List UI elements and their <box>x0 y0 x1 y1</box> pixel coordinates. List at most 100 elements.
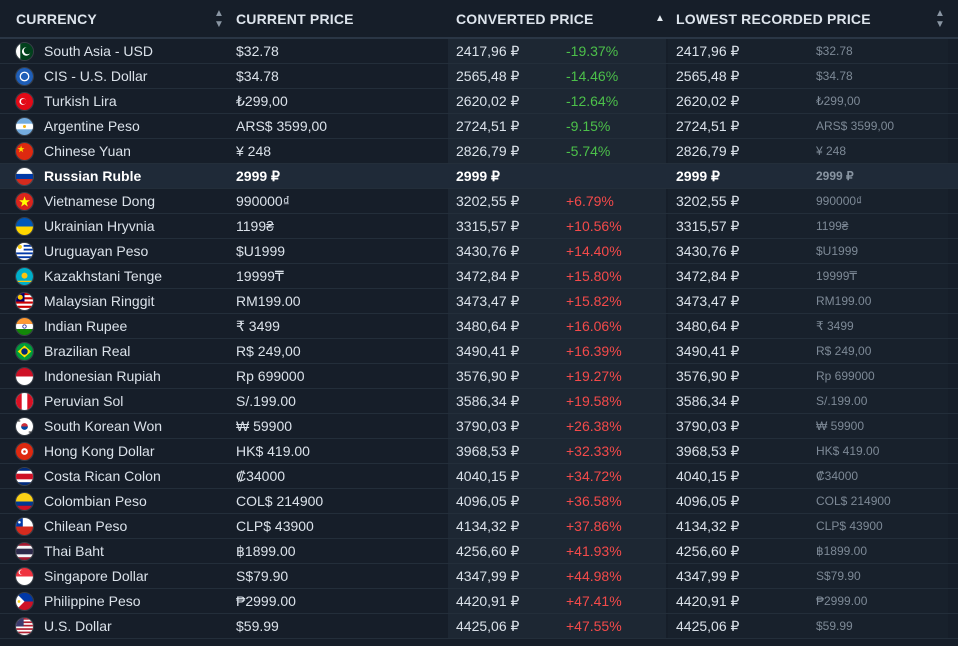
currency-name: Peruvian Sol <box>44 393 124 409</box>
lowest-recorded-original-price: COL$ 214900 <box>816 494 891 508</box>
converted-price: 3576,90 ₽ <box>456 367 520 384</box>
price-difference: +6.79% <box>566 193 614 209</box>
table-row[interactable]: South Asia - USD $32.78 2417,96 ₽ -19.37% 24… <box>0 39 958 64</box>
lowest-recorded-original-price: 2999 ₽ <box>816 169 854 183</box>
lowest-recorded-price: 4096,05 ₽ <box>676 492 740 509</box>
current-price: 990000₫ <box>236 193 290 209</box>
table-row[interactable]: Indonesian Rupiah Rp 699000 3576,90 ₽ +19.2… <box>0 364 958 389</box>
price-difference: +34.72% <box>566 468 622 484</box>
lowest-recorded-price: 4040,15 ₽ <box>676 467 740 484</box>
column-header-lowest-recorded-price[interactable]: LOWEST RECORDED PRICE <box>676 0 871 37</box>
price-difference: +19.27% <box>566 368 622 384</box>
currency-name: Kazakhstani Tenge <box>44 268 163 284</box>
current-price: S$79.90 <box>236 568 289 584</box>
column-header-current-price[interactable]: CURRENT PRICE <box>236 0 354 37</box>
price-difference: -14.46% <box>566 68 619 84</box>
converted-price: 4256,60 ₽ <box>456 542 520 559</box>
table-row[interactable]: Turkish Lira ₺299,00 2620,02 ₽ -12.64% 2620,… <box>0 89 958 114</box>
table-row[interactable]: Colombian Peso COL$ 214900 4096,05 ₽ +36.58… <box>0 489 958 514</box>
price-difference: +10.56% <box>566 218 622 234</box>
lowest-recorded-original-price: $34.78 <box>816 69 853 83</box>
converted-price: 2826,79 ₽ <box>456 142 520 159</box>
price-difference: +36.58% <box>566 493 622 509</box>
lowest-recorded-original-price: ARS$ 3599,00 <box>816 119 895 133</box>
table-row[interactable]: Singapore Dollar S$79.90 4347,99 ₽ +44.98% 4… <box>0 564 958 589</box>
current-price: ARS$ 3599,00 <box>236 118 328 134</box>
chile-flag-icon <box>15 517 34 536</box>
current-price: COL$ 214900 <box>236 493 324 509</box>
lowest-recorded-original-price: $59.99 <box>816 619 853 633</box>
lowest-recorded-price: 4420,91 ₽ <box>676 592 740 609</box>
current-price: ₩ 59900 <box>236 418 293 434</box>
lowest-recorded-price: 3202,55 ₽ <box>676 192 740 209</box>
table-row[interactable]: Brazilian Real R$ 249,00 3490,41 ₽ +16.39% 3… <box>0 339 958 364</box>
table-row[interactable]: Costa Rican Colon ₡34000 4040,15 ₽ +34.72% 4… <box>0 464 958 489</box>
kazakhstan-flag-icon <box>15 267 34 286</box>
table-row[interactable]: CIS - U.S. Dollar $34.78 2565,48 ₽ -14.46% 2… <box>0 64 958 89</box>
table-row[interactable]: South Korean Won ₩ 59900 3790,03 ₽ +26.38% 3… <box>0 414 958 439</box>
table-row[interactable]: Uruguayan Peso $U1999 3430,76 ₽ +14.40% 3430… <box>0 239 958 264</box>
price-difference: +37.86% <box>566 518 622 534</box>
table-row[interactable]: Ukrainian Hryvnia 1199₴ 3315,57 ₽ +10.56% 33… <box>0 214 958 239</box>
current-price: 1199₴ <box>236 218 274 234</box>
table-row[interactable]: Chinese Yuan ¥ 248 2826,79 ₽ -5.74% 2826,79 … <box>0 139 958 164</box>
table-row[interactable]: Indian Rupee ₹ 3499 3480,64 ₽ +16.06% 3480,6… <box>0 314 958 339</box>
currency-name: Russian Ruble <box>44 168 142 184</box>
china-flag-icon <box>15 142 34 161</box>
current-price: $59.99 <box>236 618 279 634</box>
table-row[interactable]: Argentine Peso ARS$ 3599,00 2724,51 ₽ -9.15… <box>0 114 958 139</box>
price-difference: +41.93% <box>566 543 622 559</box>
converted-price: 3473,47 ₽ <box>456 292 520 309</box>
table-row[interactable]: Peruvian Sol S/.199.00 3586,34 ₽ +19.58% 358… <box>0 389 958 414</box>
converted-price: 4425,06 ₽ <box>456 617 520 634</box>
table-row[interactable]: Hong Kong Dollar HK$ 419.00 3968,53 ₽ +32.3… <box>0 439 958 464</box>
hong-kong-flag-icon <box>15 442 34 461</box>
converted-price: 3315,57 ₽ <box>456 217 520 234</box>
current-price: 19999₸ <box>236 267 284 284</box>
table-row[interactable]: Kazakhstani Tenge 19999₸ 3472,84 ₽ +15.80% 3… <box>0 264 958 289</box>
sort-ascending-icon[interactable]: ▲ <box>655 0 665 37</box>
column-header-currency[interactable]: CURRENCY <box>16 0 97 37</box>
current-price: ₺299,00 <box>236 92 288 109</box>
lowest-recorded-price: 2999 ₽ <box>676 167 720 184</box>
table-row[interactable]: Thai Baht ฿1899.00 4256,60 ₽ +41.93% 4256,60… <box>0 539 958 564</box>
converted-price: 3472,84 ₽ <box>456 267 520 284</box>
table-row[interactable]: Russian Ruble 2999 ₽ 2999 ₽ 2999 ₽ 2999 ₽ <box>0 164 958 189</box>
converted-price: 3586,34 ₽ <box>456 392 520 409</box>
price-difference: +16.39% <box>566 343 622 359</box>
lowest-recorded-price: 3430,76 ₽ <box>676 242 740 259</box>
lowest-recorded-price: 3473,47 ₽ <box>676 292 740 309</box>
table-row[interactable]: Malaysian Ringgit RM199.00 3473,47 ₽ +15.82… <box>0 289 958 314</box>
thailand-flag-icon <box>15 542 34 561</box>
indonesia-flag-icon <box>15 367 34 386</box>
converted-price: 4096,05 ₽ <box>456 492 520 509</box>
sort-icon[interactable]: ▲ ▼ <box>214 0 224 37</box>
converted-price: 3790,03 ₽ <box>456 417 520 434</box>
converted-price: 4420,91 ₽ <box>456 592 520 609</box>
price-difference: -9.15% <box>566 118 611 134</box>
lowest-recorded-price: 3472,84 ₽ <box>676 267 740 284</box>
column-header-converted-price[interactable]: CONVERTED PRICE <box>456 0 594 37</box>
currency-name: Chilean Peso <box>44 518 128 534</box>
lowest-recorded-price: 2620,02 ₽ <box>676 92 740 109</box>
lowest-recorded-price: 3480,64 ₽ <box>676 317 740 334</box>
current-price: ₱2999.00 <box>236 593 296 609</box>
converted-price: 3490,41 ₽ <box>456 342 520 359</box>
sort-icon[interactable]: ▲ ▼ <box>935 0 945 37</box>
price-difference: +15.80% <box>566 268 622 284</box>
costa-rica-flag-icon <box>15 467 34 486</box>
table-row[interactable]: U.S. Dollar $59.99 4425,06 ₽ +47.55% 4425,06… <box>0 614 958 639</box>
pakistan-flag-icon <box>15 42 34 61</box>
lowest-recorded-original-price: RM199.00 <box>816 294 872 308</box>
price-difference: +16.06% <box>566 318 622 334</box>
table-row[interactable]: Chilean Peso CLP$ 43900 4134,32 ₽ +37.86% 41… <box>0 514 958 539</box>
currency-name: Turkish Lira <box>44 93 117 109</box>
currency-name: Hong Kong Dollar <box>44 443 155 459</box>
table-row[interactable]: Philippine Peso ₱2999.00 4420,91 ₽ +47.41% 4… <box>0 589 958 614</box>
lowest-recorded-price: 3315,57 ₽ <box>676 217 740 234</box>
currency-name: U.S. Dollar <box>44 618 112 634</box>
malaysia-flag-icon <box>15 292 34 311</box>
currency-name: Singapore Dollar <box>44 568 149 584</box>
table-row[interactable]: Vietnamese Dong 990000₫ 3202,55 ₽ +6.79% 320… <box>0 189 958 214</box>
current-price: ₡34000 <box>236 468 286 484</box>
